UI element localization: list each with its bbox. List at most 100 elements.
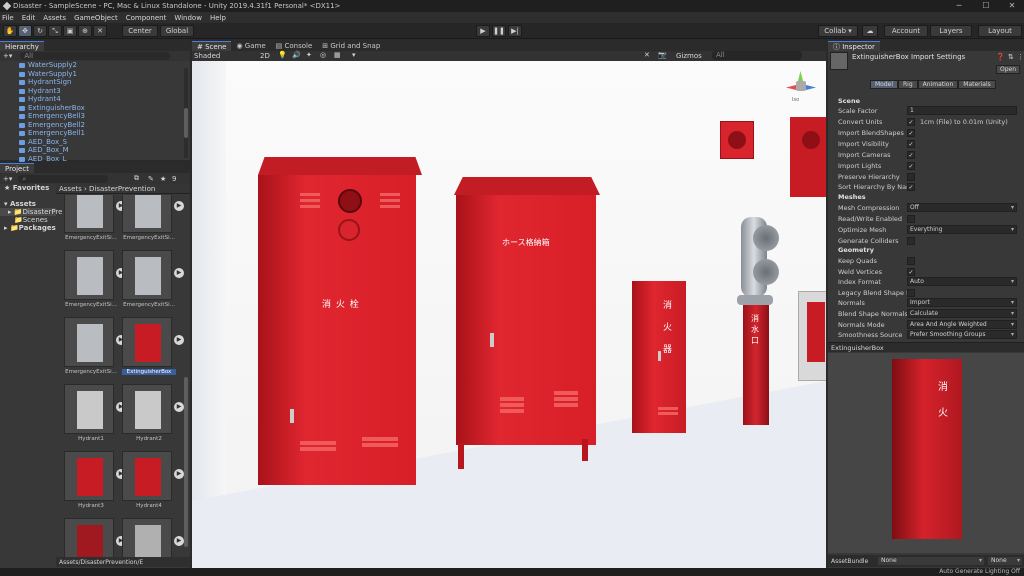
minimize-button[interactable]: ─ — [947, 0, 971, 12]
scale-factor-field[interactable]: 1 — [907, 106, 1017, 115]
index-format-dropdown[interactable]: Auto — [907, 277, 1017, 286]
asset-item[interactable]: ▶ EmergencyExitSi... — [64, 317, 126, 375]
hydrant-sign[interactable] — [798, 291, 826, 381]
transform-tool-icon[interactable]: ⊕ — [78, 25, 92, 37]
keep-quads-checkbox[interactable] — [907, 257, 915, 265]
generate-colliders-checkbox[interactable] — [907, 237, 915, 245]
account-dropdown[interactable]: Account — [884, 25, 928, 37]
space-toggle[interactable]: Global — [160, 25, 194, 37]
move-tool-icon[interactable]: ✥ — [18, 25, 32, 37]
tab-game[interactable]: ◉ Game — [231, 41, 270, 51]
preview-area[interactable]: 消火 — [828, 353, 1024, 553]
shading-dropdown[interactable]: Shaded — [194, 52, 220, 60]
menu-window[interactable]: Window — [174, 14, 202, 22]
rotate-tool-icon[interactable]: ↻ — [33, 25, 47, 37]
emergency-bell[interactable] — [720, 121, 754, 159]
help-icon[interactable]: ❓ — [996, 53, 1005, 61]
tab-materials[interactable]: Materials — [958, 80, 996, 89]
maximize-button[interactable]: ☐ — [974, 0, 998, 12]
menu-gameobject[interactable]: GameObject — [74, 14, 118, 22]
play-button[interactable]: ▶ — [476, 25, 490, 37]
sort-hierarchy-checkbox[interactable]: ✓ — [907, 183, 915, 191]
layout-dropdown[interactable]: Layout — [978, 25, 1022, 37]
scene-viewport[interactable]: 消 火 栓 ホース格納箱 消火器 消 水 口 Iso — [192, 61, 826, 568]
tab-project[interactable]: Project — [0, 163, 34, 173]
breadcrumb-child[interactable]: DisasterPrevention — [89, 185, 155, 193]
extinguisher-box[interactable]: 消火器 — [632, 281, 686, 433]
expand-asset-icon[interactable]: ▶ — [174, 469, 184, 479]
tab-rig[interactable]: Rig — [898, 80, 918, 89]
asset-variant-dropdown[interactable]: None — [988, 557, 1022, 565]
effects-icon[interactable]: ✦ — [306, 51, 312, 59]
hierarchy-scroll-thumb[interactable] — [184, 108, 188, 138]
asset-item[interactable]: ▶ Hydrant1 — [64, 384, 126, 442]
scene-more-icon[interactable]: ▾ — [352, 51, 356, 59]
audio-icon[interactable]: 🔊 — [292, 51, 301, 59]
project-search-icon[interactable]: ⌕ — [18, 174, 109, 183]
menu-component[interactable]: Component — [126, 14, 167, 22]
asset-item[interactable]: ▶ EmergencyExitSi... — [122, 250, 184, 308]
hierarchy-item[interactable]: Hydrant3 — [0, 87, 190, 96]
close-button[interactable]: ✕ — [1000, 0, 1024, 12]
assets-folder[interactable]: ▾ Assets — [0, 200, 56, 208]
search-field[interactable]: All — [20, 52, 171, 60]
hydrant-cabinet[interactable]: 消 火 栓 — [258, 157, 422, 485]
convert-units-checkbox[interactable]: ✓ — [907, 118, 915, 126]
scenes-folder[interactable]: 📁Scenes — [0, 216, 56, 224]
expand-asset-icon[interactable]: ▶ — [174, 402, 184, 412]
camera-icon[interactable]: 📷 — [658, 51, 667, 59]
tab-scene[interactable]: # Scene — [192, 41, 232, 51]
2d-toggle[interactable]: 2D — [260, 52, 270, 60]
hierarchy-item[interactable]: WaterSupply1 — [0, 70, 190, 79]
hierarchy-item[interactable]: EmergencyBell3 — [0, 112, 190, 121]
inspector-more-icon[interactable]: ⋮ — [1017, 53, 1024, 61]
asset-item[interactable]: ▶ EmergencyExitSi... — [122, 195, 184, 241]
menu-edit[interactable]: Edit — [22, 14, 36, 22]
disaster-folder[interactable]: ▸ 📁DisasterPre — [0, 208, 62, 216]
blend-shape-normals-dropdown[interactable]: Calculate — [907, 309, 1017, 318]
asset-bundle-dropdown[interactable]: None — [878, 557, 984, 565]
asset-item[interactable]: ▶ EmergencyExitSi... — [64, 195, 126, 241]
expand-asset-icon[interactable]: ▶ — [174, 268, 184, 278]
grid-icon[interactable]: ▦ — [334, 51, 341, 59]
breadcrumb-root[interactable]: Assets — [59, 185, 82, 193]
hierarchy-item[interactable]: WaterSupply2 — [0, 61, 190, 70]
hierarchy-item[interactable]: Hydrant4 — [0, 95, 190, 104]
hierarchy-scrollbar[interactable] — [184, 68, 188, 158]
expand-asset-icon[interactable]: ▶ — [174, 201, 184, 211]
expand-asset-icon[interactable]: ▶ — [174, 335, 184, 345]
weld-vertices-checkbox[interactable]: ✓ — [907, 268, 915, 276]
lighting-icon[interactable]: 💡 — [278, 51, 287, 59]
normals-dropdown[interactable]: Import — [907, 298, 1017, 307]
open-button[interactable]: Open — [996, 65, 1020, 74]
hose-cabinet[interactable]: ホース格納箱 — [454, 177, 600, 475]
favorites-folder[interactable]: ★ Favorites — [0, 184, 56, 192]
hierarchy-item[interactable]: ExtinguisherBox — [0, 104, 190, 113]
hierarchy-item[interactable]: HydrantSign — [0, 78, 190, 87]
pivot-toggle[interactable]: Center — [122, 25, 158, 37]
hierarchy-item[interactable]: AED_Box_S — [0, 138, 190, 147]
menu-help[interactable]: Help — [210, 14, 226, 22]
add-icon[interactable]: +▾ — [3, 175, 12, 183]
asset-item[interactable]: ▶ Hydrant4 — [122, 451, 184, 509]
settings-icon[interactable]: ⇅ — [1008, 53, 1014, 61]
tab-animation[interactable]: Animation — [917, 80, 959, 89]
hierarchy-item[interactable]: AED_Box_M — [0, 146, 190, 155]
asset-item[interactable]: ▶ ExtinguisherBox — [122, 317, 184, 375]
menu-file[interactable]: File — [2, 14, 14, 22]
pause-button[interactable]: ❚❚ — [492, 25, 506, 37]
project-scroll-thumb[interactable] — [184, 377, 188, 547]
optimize-mesh-dropdown[interactable]: Everything — [907, 225, 1017, 234]
favorite-icon[interactable]: ★ — [160, 175, 166, 183]
asset-item[interactable]: ▶ EmergencyExitSi... — [64, 250, 126, 308]
asset-item[interactable]: ▶WaterSupply1 — [122, 518, 184, 557]
filter-type-icon[interactable]: ⧉ — [134, 174, 139, 183]
rect-tool-icon[interactable]: ▣ — [63, 25, 77, 37]
layers-dropdown[interactable]: Layers — [930, 25, 972, 37]
normals-mode-dropdown[interactable]: Area And Angle Weighted — [907, 320, 1017, 329]
add-icon[interactable]: +▾ — [3, 52, 12, 60]
preserve-hierarchy-checkbox[interactable] — [907, 173, 915, 181]
hand-tool-icon[interactable]: ✋ — [3, 25, 17, 37]
tools-icon[interactable]: ✕ — [644, 51, 650, 59]
gizmos-dropdown[interactable]: Gizmos — [676, 52, 702, 60]
